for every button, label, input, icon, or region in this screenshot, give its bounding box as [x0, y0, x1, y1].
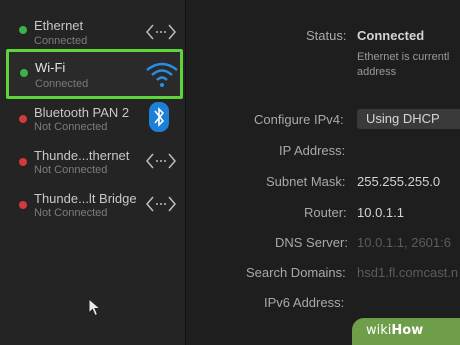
subnet-mask-value: 255.255.255.0: [357, 174, 441, 189]
status-dot-disconnected: [19, 115, 27, 123]
service-name: Thunde...thernet: [34, 148, 130, 163]
service-status: Not Connected: [34, 164, 108, 176]
status-dot-connected: [19, 26, 27, 34]
configure-ipv4-value: Using DHCP: [366, 111, 440, 126]
search-domains-label: Search Domains:: [246, 265, 346, 280]
status-dot-disconnected: [19, 201, 27, 209]
status-dot-connected: [20, 69, 28, 77]
ip-address-label: IP Address:: [279, 143, 346, 158]
bluetooth-icon: [149, 102, 169, 132]
status-dot-disconnected: [19, 158, 27, 166]
status-value: Connected: [357, 28, 425, 43]
configure-ipv4-select[interactable]: Using DHCP: [357, 109, 460, 129]
ethernet-arrows-icon: [146, 153, 176, 169]
service-wifi[interactable]: Wi-Fi Connected: [6, 49, 183, 99]
status-description-cont: address: [357, 66, 397, 78]
service-thunderbolt-bridge[interactable]: Thunde...lt Bridge Not Connected: [0, 188, 186, 230]
ipv6-address-label: IPv6 Address:: [264, 295, 345, 310]
router-label: Router:: [304, 205, 347, 220]
service-status: Connected: [35, 78, 89, 90]
ethernet-arrows-icon: [146, 196, 176, 212]
service-name: Bluetooth PAN 2: [34, 105, 130, 120]
subnet-mask-label: Subnet Mask:: [266, 174, 346, 189]
search-domains-value: hsd1.fl.comcast.n: [357, 265, 459, 280]
service-thunderbolt-ethernet[interactable]: Thunde...thernet Not Connected: [0, 145, 186, 187]
status-description: Ethernet is currentl: [357, 51, 450, 63]
mouse-cursor-icon: [88, 298, 102, 317]
status-label: Status:: [306, 28, 347, 43]
service-name: Thunde...lt Bridge: [34, 191, 137, 206]
ethernet-arrows-icon: [146, 24, 176, 40]
service-status: Not Connected: [34, 207, 108, 219]
wifi-icon: [146, 62, 178, 87]
router-value: 10.0.1.1: [357, 205, 404, 220]
watermark-how: How: [391, 323, 424, 338]
watermark-wiki: wiki: [366, 323, 392, 338]
service-status: Connected: [34, 35, 88, 47]
dns-server-value: 10.0.1.1, 2601:6: [357, 235, 451, 250]
service-name: Wi-Fi: [35, 60, 66, 75]
network-service-list: Ethernet Connected Wi-Fi Connected Bluet…: [0, 0, 186, 345]
wikihow-watermark: wikiHow: [352, 318, 460, 345]
configure-ipv4-label: Configure IPv4:: [254, 112, 344, 127]
service-bluetooth-pan[interactable]: Bluetooth PAN 2 Not Connected: [0, 102, 186, 144]
dns-server-label: DNS Server:: [275, 235, 348, 250]
service-status: Not Connected: [34, 121, 108, 133]
service-name: Ethernet: [34, 18, 84, 33]
